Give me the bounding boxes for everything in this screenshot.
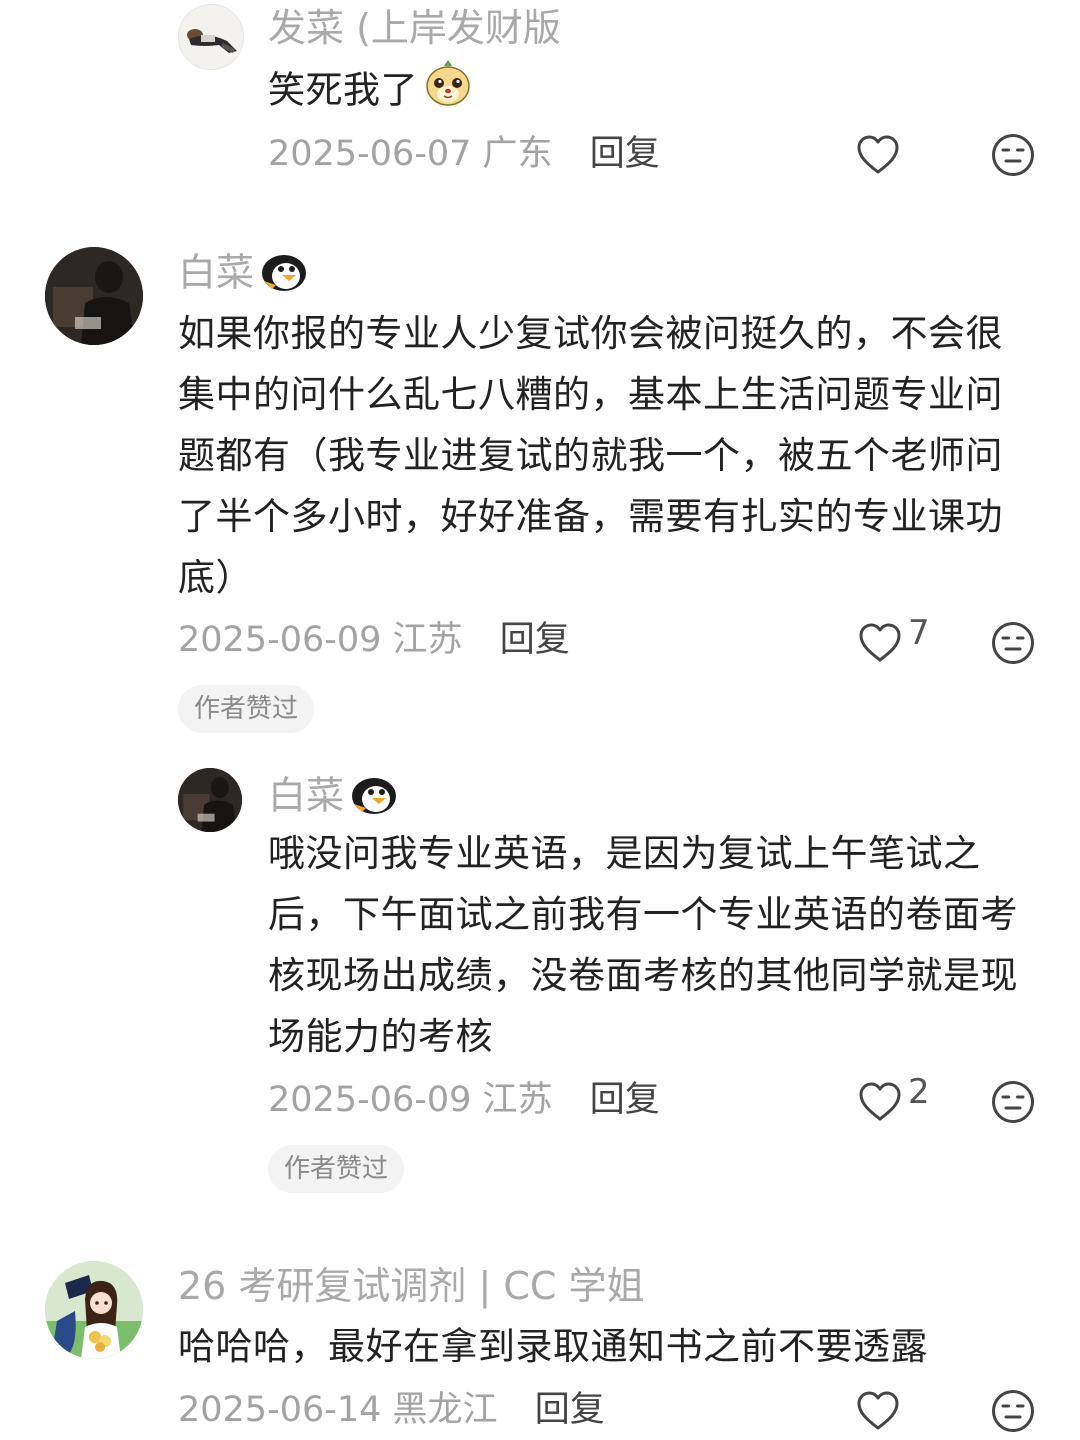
avatar-photo-icon bbox=[179, 5, 243, 69]
cute-sticker-icon bbox=[424, 58, 472, 126]
neutral-face-icon bbox=[992, 1081, 1034, 1123]
username[interactable]: 26 考研复试调剂 | CC 学姐 bbox=[178, 1267, 645, 1305]
comment-date: 2025-06-14 bbox=[178, 1390, 382, 1430]
like-count: 2 bbox=[908, 1072, 930, 1112]
comment-item: 发菜 (上岸发财版 笑死我了 2025-06-07 广东 回复 bbox=[0, 0, 1080, 200]
penguin-icon bbox=[260, 251, 308, 299]
comment-item: 白菜 哦没问我专业英语，是因为复试上午笔试之后，下午面试之前我有一个专业英语的卷… bbox=[0, 765, 1080, 1205]
neutral-face-icon bbox=[992, 622, 1034, 664]
heart-icon bbox=[859, 623, 901, 662]
penguin-icon bbox=[350, 774, 398, 822]
comment-location: 江苏 bbox=[482, 1080, 553, 1120]
comment-text: 如果你报的专业人少复试你会被问挺久的，不会很集中的问什么乱七八糟的，基本上生活问… bbox=[178, 312, 1003, 599]
like-button[interactable]: 2 bbox=[858, 1075, 930, 1123]
avatar-photo-icon bbox=[45, 247, 143, 345]
author-liked-badge: 作者赞过 bbox=[268, 1145, 405, 1193]
avatar[interactable] bbox=[178, 768, 242, 832]
neutral-face-icon bbox=[992, 1390, 1034, 1432]
avatar-photo-icon bbox=[178, 768, 242, 832]
comment-date: 2025-06-07 bbox=[268, 134, 472, 174]
avatar[interactable] bbox=[45, 1261, 143, 1359]
dislike-button[interactable] bbox=[991, 1080, 1035, 1128]
avatar-photo-icon bbox=[45, 1261, 143, 1359]
like-button[interactable] bbox=[856, 134, 900, 176]
comment-item: 26 考研复试调剂 | CC 学姐 哈哈哈，最好在拿到录取通知书之前不要透露 2… bbox=[0, 1245, 1080, 1440]
comment-location: 江苏 bbox=[392, 620, 463, 660]
comment-meta: 2025-06-09 江苏 回复 bbox=[178, 623, 570, 658]
comment-date: 2025-06-09 bbox=[268, 1080, 472, 1120]
heart-icon bbox=[857, 1391, 899, 1430]
neutral-face-icon bbox=[992, 134, 1034, 176]
avatar[interactable] bbox=[45, 247, 143, 345]
comment-item: 白菜 如果你报的专业人少复试你会被问挺久的，不会很集中的问什么乱七八糟的，基本上… bbox=[0, 230, 1080, 740]
comment-meta: 2025-06-07 广东 回复 bbox=[268, 137, 660, 172]
author-liked-badge: 作者赞过 bbox=[178, 685, 315, 733]
comment-date: 2025-06-09 bbox=[178, 620, 382, 660]
dislike-button[interactable] bbox=[991, 621, 1035, 669]
dislike-button[interactable] bbox=[991, 1389, 1035, 1437]
comment-location: 广东 bbox=[482, 134, 553, 174]
dislike-button[interactable] bbox=[991, 133, 1035, 181]
reply-button[interactable]: 回复 bbox=[500, 620, 570, 660]
comment-meta: 2025-06-14 黑龙江 回复 bbox=[178, 1393, 605, 1428]
like-button[interactable]: 7 bbox=[858, 616, 930, 664]
reply-button[interactable]: 回复 bbox=[590, 1080, 660, 1120]
heart-icon bbox=[857, 135, 899, 174]
heart-icon bbox=[859, 1082, 901, 1121]
username[interactable]: 发菜 (上岸发财版 bbox=[268, 9, 561, 47]
like-button[interactable] bbox=[856, 1390, 900, 1432]
comment-text: 笑死我了 bbox=[268, 58, 1028, 126]
comment-meta: 2025-06-09 江苏 回复 bbox=[268, 1083, 660, 1118]
reply-button[interactable]: 回复 bbox=[535, 1390, 605, 1430]
comment-list: 发菜 (上岸发财版 笑死我了 2025-06-07 广东 回复 白菜 如果你报的… bbox=[0, 0, 1080, 1440]
reply-button[interactable]: 回复 bbox=[590, 134, 660, 174]
comment-location: 黑龙江 bbox=[392, 1390, 498, 1430]
like-count: 7 bbox=[908, 613, 930, 653]
username[interactable]: 白菜 bbox=[268, 774, 398, 822]
username[interactable]: 白菜 bbox=[178, 251, 308, 299]
avatar[interactable] bbox=[178, 4, 244, 70]
comment-text: 哦没问我专业英语，是因为复试上午笔试之后，下午面试之前我有一个专业英语的卷面考核… bbox=[268, 832, 1018, 1058]
comment-text: 哈哈哈，最好在拿到录取通知书之前不要透露 bbox=[178, 1325, 928, 1368]
